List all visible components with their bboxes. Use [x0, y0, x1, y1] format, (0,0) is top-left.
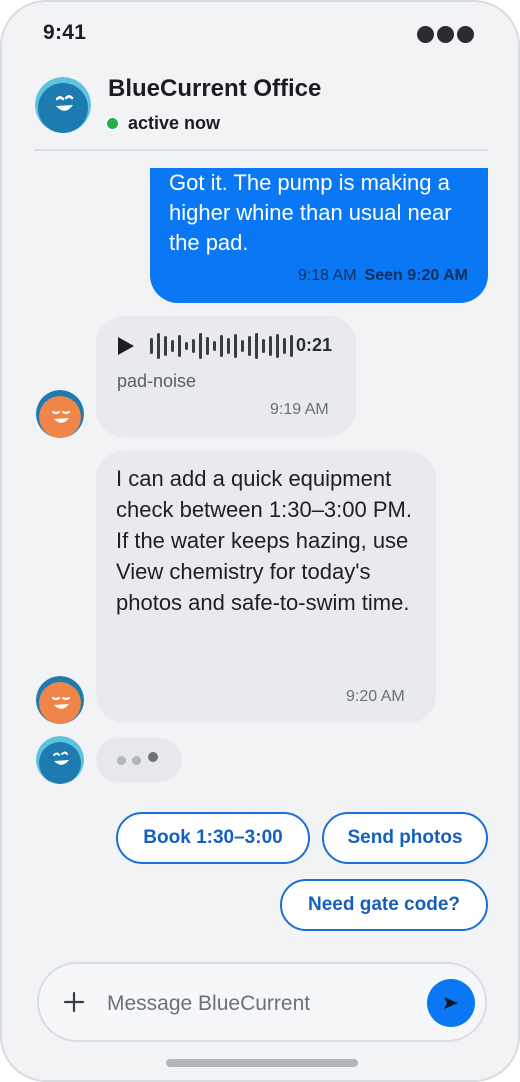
play-icon[interactable]	[117, 336, 135, 356]
send-button[interactable]	[427, 979, 475, 1027]
agent-avatar-icon[interactable]	[36, 390, 84, 438]
online-status-icon	[105, 116, 120, 131]
status-time: 9:41	[43, 21, 87, 44]
send-icon	[444, 997, 458, 1009]
header-divider	[34, 149, 488, 151]
waveform-icon[interactable]	[150, 331, 293, 361]
message-time: 9:20 AM	[346, 688, 405, 705]
status-bar: 9:41	[2, 2, 518, 66]
status-indicators-icon	[417, 26, 474, 43]
voice-file-label: pad-noise	[117, 371, 197, 391]
agent-avatar-icon[interactable]	[36, 676, 84, 724]
quick-reply-book[interactable]: Book 1:30–3:00	[116, 812, 310, 864]
phone-frame: 9:41 BlueCurrent Office active now Got i…	[0, 0, 520, 1082]
quick-reply-gate-code[interactable]: Need gate code?	[280, 879, 488, 931]
message-meta: 9:18 AM Seen 9:20 AM	[298, 267, 468, 285]
message-text: I can add a quick equipment check betwee…	[116, 466, 412, 615]
contact-name: BlueCurrent Office	[108, 75, 322, 102]
voice-duration: 0:21	[296, 335, 333, 355]
read-receipt: Seen 9:20 AM	[364, 267, 468, 284]
message-text: Got it. The pump is making a higher whin…	[169, 170, 452, 255]
plus-icon[interactable]	[63, 991, 85, 1013]
home-indicator[interactable]	[166, 1059, 358, 1067]
quick-reply-send-photos[interactable]: Send photos	[322, 812, 488, 864]
message-time: 9:19 AM	[270, 401, 329, 418]
message-input[interactable]	[105, 986, 409, 1022]
message-time: 9:18 AM	[297, 267, 357, 284]
office-avatar-icon[interactable]	[36, 736, 84, 784]
presence-status: active now	[128, 113, 221, 133]
office-avatar-icon[interactable]	[35, 77, 91, 133]
typing-indicator	[96, 738, 182, 782]
message-composer	[37, 962, 487, 1042]
